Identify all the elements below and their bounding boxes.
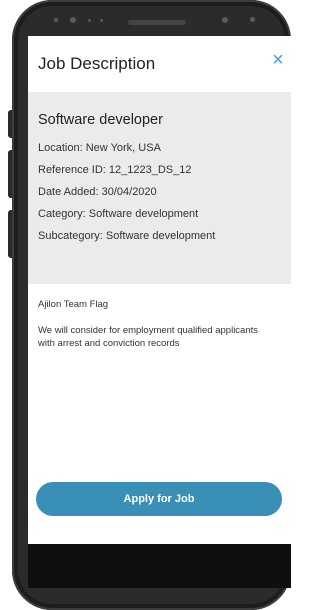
sensor-dot <box>100 19 103 22</box>
apply-for-job-button[interactable]: Apply for Job <box>36 482 282 516</box>
page-title: Job Description <box>38 54 156 73</box>
job-date-added: Date Added: 30/04/2020 <box>38 186 157 198</box>
job-subcategory: Subcategory: Software development <box>38 230 216 242</box>
sensor-dot <box>54 18 58 22</box>
modal-header: Job Description × <box>28 36 291 92</box>
app-screen: Job Description × Software developer Loc… <box>28 36 291 588</box>
front-camera-icon <box>222 17 228 23</box>
sensor-dot <box>88 19 91 22</box>
job-summary-panel: Software developer Location: New York, U… <box>28 92 291 284</box>
close-icon[interactable]: × <box>267 46 289 74</box>
speaker-grille <box>128 20 186 25</box>
job-description-line: with arrest and conviction records <box>38 338 180 349</box>
bottom-bezel <box>12 588 291 610</box>
system-nav-bar <box>28 544 291 588</box>
device-frame: Job Description × Software developer Loc… <box>0 0 291 610</box>
top-bezel <box>40 8 270 36</box>
team-flag-label: Ajilon Team Flag <box>38 299 109 310</box>
camera-icon <box>70 17 76 23</box>
job-description-line: We will consider for employment qualifie… <box>38 325 259 336</box>
job-reference-id: Reference ID: 12_1223_DS_12 <box>38 164 192 176</box>
sensor-dot <box>250 17 255 22</box>
job-category: Category: Software development <box>38 208 199 220</box>
job-location: Location: New York, USA <box>38 142 161 154</box>
job-title: Software developer <box>38 112 163 128</box>
